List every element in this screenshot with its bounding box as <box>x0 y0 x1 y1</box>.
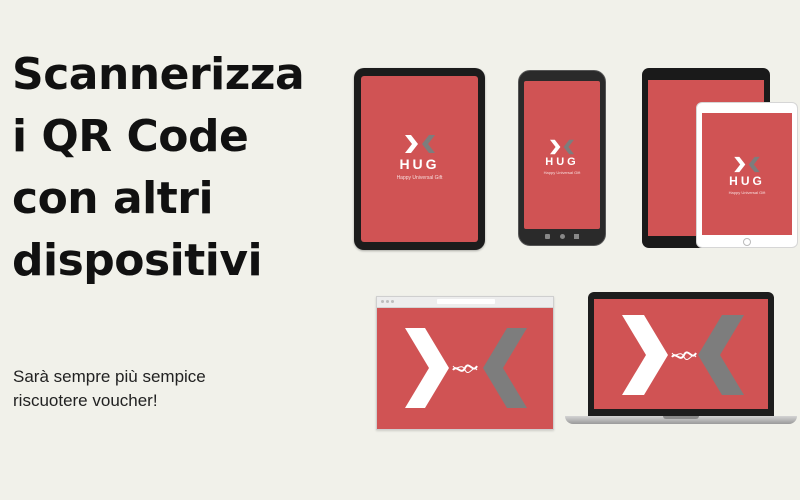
brand-tagline: Happy Universal Gift <box>728 190 766 195</box>
hug-logo: HUG Happy Universal Gift <box>361 134 478 181</box>
brand-tagline: Happy Universal Gift <box>543 170 581 175</box>
smartphone-screen: HUG Happy Universal Gift <box>524 81 600 229</box>
headline-line-1: Scannerizza <box>12 49 305 100</box>
tablet-white-screen: HUG Happy Universal Gift <box>702 113 792 235</box>
browser-toolbar <box>377 297 553 308</box>
brand-name: HUG <box>545 156 579 168</box>
hug-arrows-icon <box>404 135 435 153</box>
tablet-dark-screen: HUG Happy Universal Gift <box>361 76 478 242</box>
phone-nav-bar <box>545 234 579 239</box>
subtitle: Sarà sempre più sempice riscuotere vouch… <box>13 365 293 413</box>
hug-arrows-icon <box>550 139 574 155</box>
browser-window-device <box>376 296 554 430</box>
brand-name: HUG <box>399 156 440 172</box>
laptop-device <box>588 292 774 416</box>
hug-logo: HUG Happy Universal Gift <box>702 156 792 195</box>
hug-arrows-icon <box>734 156 760 173</box>
headline: Scannerizza i QR Code con altri disposit… <box>12 44 342 292</box>
brand-name: HUG <box>729 174 765 188</box>
browser-screen <box>377 308 553 429</box>
hug-large-logo-icon <box>405 328 527 408</box>
subtitle-line-2: riscuotere voucher! <box>13 391 158 410</box>
window-controls-icon <box>381 300 395 304</box>
home-button <box>743 238 751 246</box>
brand-tagline: Happy Universal Gift <box>396 175 443 181</box>
hug-logo: HUG Happy Universal Gift <box>524 139 600 175</box>
headline-line-4: dispositivi <box>12 235 263 286</box>
tablet-dark-device: HUG Happy Universal Gift <box>354 68 485 250</box>
headline-line-3: con altri <box>12 173 214 224</box>
hug-large-logo-icon <box>622 315 744 395</box>
subtitle-line-1: Sarà sempre più sempice <box>13 367 206 386</box>
laptop-screen <box>594 299 768 409</box>
tablet-white-device: HUG Happy Universal Gift <box>696 102 798 248</box>
laptop-base <box>565 416 797 424</box>
headline-line-2: i QR Code <box>12 111 249 162</box>
address-bar <box>437 299 495 304</box>
smartphone-device: HUG Happy Universal Gift <box>518 70 606 246</box>
